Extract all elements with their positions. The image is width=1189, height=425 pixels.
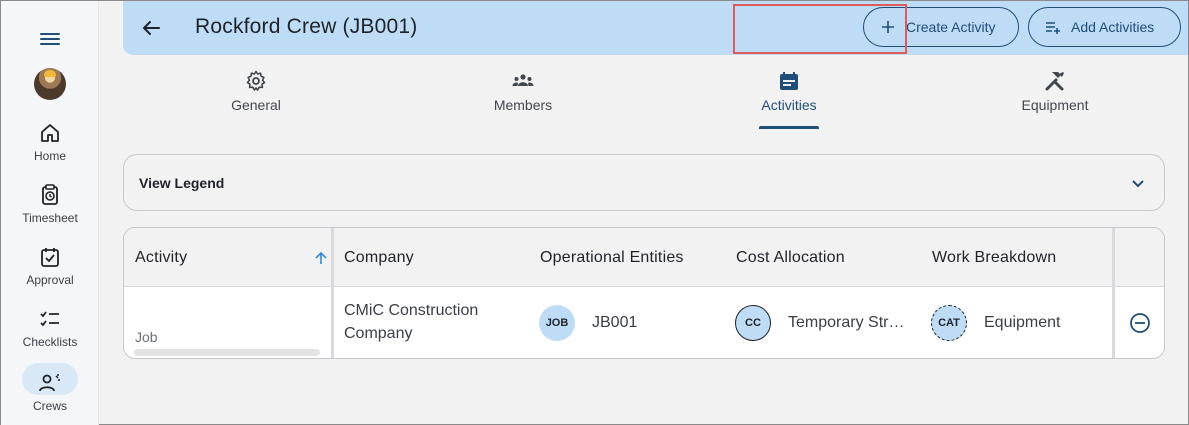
cost-allocation-chip: CC <box>735 305 771 341</box>
column-header-cost-allocation[interactable]: Cost Allocation <box>736 249 845 267</box>
rail-item-label: Timesheet <box>22 211 78 225</box>
add-activities-button[interactable]: Add Activities <box>1028 7 1181 47</box>
tab-label: Members <box>493 97 553 113</box>
add-activities-label: Add Activities <box>1071 19 1155 35</box>
playlist-add-icon <box>1046 22 1060 34</box>
page-header: Rockford Crew (JB001) Create Activity Ad… <box>123 1 1188 55</box>
work-breakdown-chip: CAT <box>931 305 967 341</box>
tab-activities[interactable]: Activities <box>729 69 849 129</box>
tab-label: General <box>231 97 281 113</box>
remove-circle-icon[interactable] <box>1129 312 1151 334</box>
calendar-icon <box>780 72 798 90</box>
home-icon <box>41 124 59 142</box>
chevron-down-icon[interactable] <box>1130 175 1146 191</box>
horizontal-scrollbar[interactable] <box>134 349 320 356</box>
column-header-operational-entities[interactable]: Operational Entities <box>540 249 684 267</box>
hamburger-menu-icon[interactable] <box>38 30 62 50</box>
plus-icon <box>882 21 894 33</box>
rail-item-label: Checklists <box>22 335 78 349</box>
operational-entity-value: JB001 <box>592 314 638 331</box>
rail-item-checklists[interactable]: Checklists <box>1 307 99 363</box>
operational-entity-chip: JOB <box>539 305 575 341</box>
rail-item-label: Approval <box>26 273 74 287</box>
checklist-icon <box>40 311 59 327</box>
active-tab-indicator <box>759 126 819 129</box>
action-column-divider <box>1112 228 1115 358</box>
view-legend-label: View Legend <box>139 175 225 191</box>
cost-allocation-value: Temporary Str… <box>788 314 905 331</box>
sort-ascending-icon[interactable] <box>313 250 329 266</box>
activities-table: Activity Company Operational Entities Co… <box>123 227 1165 359</box>
company-cell-line1: CMiC Construction <box>344 302 479 319</box>
rail-item-approval[interactable]: Approval <box>1 245 99 301</box>
approval-icon <box>41 248 59 267</box>
activity-cell: Job <box>135 329 158 345</box>
rail-item-crews[interactable]: Crews <box>1 363 99 425</box>
column-header-company[interactable]: Company <box>344 249 414 267</box>
create-activity-label: Create Activity <box>906 19 996 35</box>
rail-item-home[interactable]: Home <box>1 121 99 177</box>
tab-equipment[interactable]: Equipment <box>995 69 1115 129</box>
column-header-work-breakdown[interactable]: Work Breakdown <box>932 249 1056 267</box>
create-activity-button[interactable]: Create Activity <box>863 7 1019 47</box>
tab-label: Equipment <box>1021 97 1089 113</box>
tools-icon <box>1045 72 1064 91</box>
nav-rail: Home Timesheet Approval Checklists Crews <box>1 1 99 425</box>
frozen-column-divider <box>331 228 334 358</box>
work-breakdown-value: Equipment <box>984 314 1061 331</box>
tab-general[interactable]: General <box>196 69 316 129</box>
page-title: Rockford Crew (JB001) <box>195 15 418 38</box>
avatar[interactable] <box>34 68 66 100</box>
crews-icon <box>39 374 60 392</box>
company-cell-line2: Company <box>344 325 413 342</box>
members-icon <box>512 74 534 86</box>
rail-item-label: Crews <box>32 399 67 413</box>
rail-item-label: Home <box>33 149 66 163</box>
view-legend-accordion[interactable]: View Legend <box>123 154 1165 211</box>
tab-members[interactable]: Members <box>463 69 583 129</box>
tab-label: Activities <box>761 97 817 113</box>
rail-item-timesheet[interactable]: Timesheet <box>1 183 99 239</box>
column-header-activity[interactable]: Activity <box>135 249 187 267</box>
table-header: Activity Company Operational Entities Co… <box>124 228 1164 287</box>
back-arrow-icon[interactable] <box>139 16 163 40</box>
gear-icon <box>246 70 266 91</box>
timesheet-icon <box>42 184 58 205</box>
